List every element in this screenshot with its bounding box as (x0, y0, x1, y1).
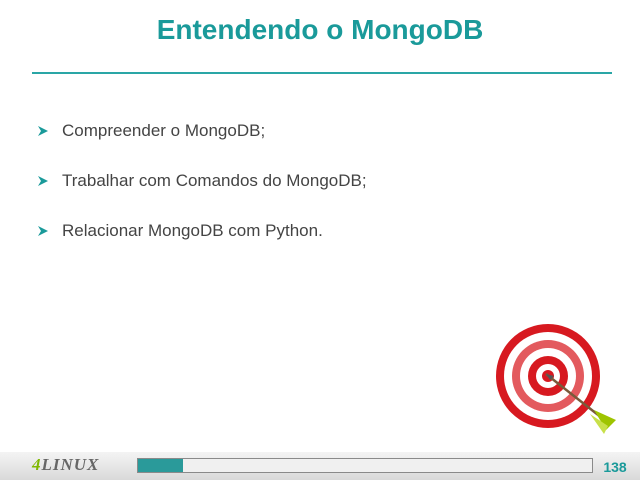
progress-fill (138, 459, 184, 472)
list-item: Trabalhar com Comandos do MongoDB; (36, 168, 367, 193)
bullet-list: Compreender o MongoDB; Trabalhar com Com… (36, 118, 367, 268)
bullet-text: Trabalhar com Comandos do MongoDB; (62, 170, 367, 190)
slide-progress-bar (137, 458, 593, 473)
list-item: Relacionar MongoDB com Python. (36, 218, 367, 243)
arrow-bullet-icon (38, 225, 48, 236)
bullet-text: Relacionar MongoDB com Python. (62, 220, 323, 240)
title-divider (32, 72, 612, 74)
list-item: Compreender o MongoDB; (36, 118, 367, 143)
arrow-bullet-icon (38, 175, 48, 186)
arrow-bullet-icon (38, 125, 48, 136)
slide-title: Entendendo o MongoDB (156, 14, 484, 45)
dartboard-target-icon (496, 324, 616, 434)
page-number: 138 (603, 459, 627, 475)
bullet-text: Compreender o MongoDB; (62, 120, 266, 140)
4linux-logo: 4LINUX (32, 455, 100, 474)
